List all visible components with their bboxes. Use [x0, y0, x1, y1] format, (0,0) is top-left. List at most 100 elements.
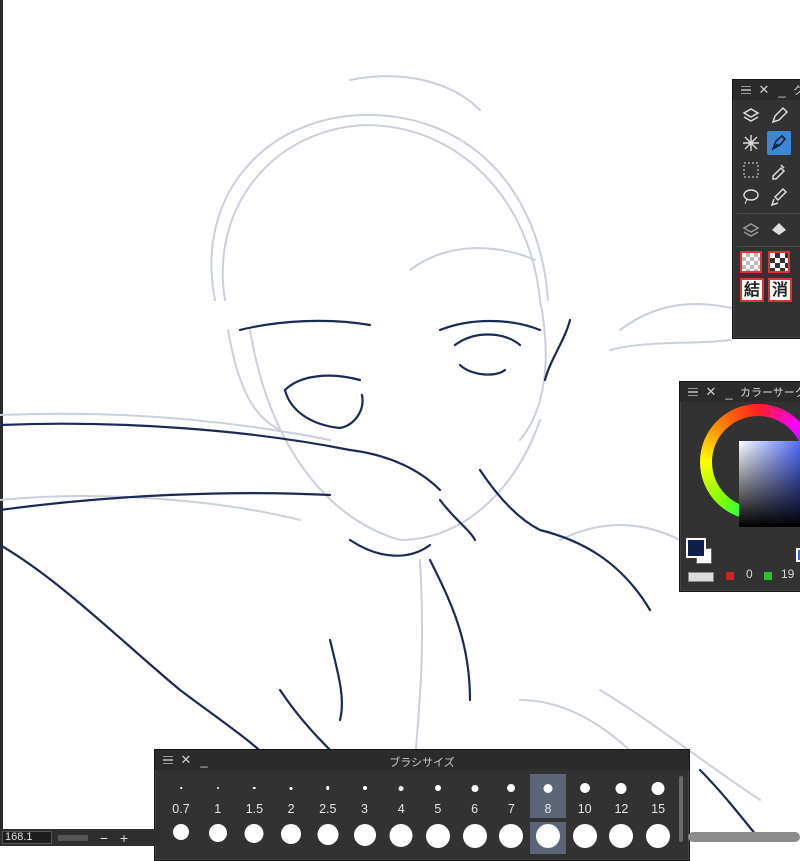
brush-size-option[interactable]: 3 — [347, 774, 383, 818]
eyedropper-icon[interactable] — [767, 158, 791, 182]
hue-marker[interactable] — [796, 548, 800, 562]
brush-size-option[interactable]: 7 — [493, 774, 529, 818]
layers-icon[interactable] — [739, 218, 763, 242]
erase-button[interactable]: 消 — [768, 278, 792, 302]
brush-size-option[interactable]: 4 — [383, 774, 419, 818]
brush-size-dot — [543, 783, 553, 793]
brush-size-preview[interactable] — [493, 822, 529, 854]
brush-size-preview[interactable] — [200, 822, 236, 854]
brush-size-preview-dot — [244, 824, 264, 843]
brush-size-option[interactable]: 15 — [640, 774, 676, 818]
color-panel-titlebar[interactable]: ✕ _ カラーサーク — [680, 382, 800, 402]
brush-size-option[interactable]: 0.7 — [163, 774, 199, 818]
tool-panel-title: ク — [793, 85, 800, 97]
brush-size-option[interactable]: 10 — [567, 774, 603, 818]
brush-size-option[interactable]: 2.5 — [310, 774, 346, 818]
brush-size-preview-dot — [425, 824, 450, 848]
zoom-slider[interactable] — [58, 834, 88, 841]
red-value: 0 — [746, 567, 753, 581]
layer-move-tool-icon[interactable] — [739, 104, 763, 128]
brush-size-preview[interactable] — [457, 822, 493, 854]
pen-tool-icon[interactable] — [767, 104, 791, 128]
panel-menu-icon[interactable] — [161, 753, 175, 767]
zoom-out-button[interactable]: − — [94, 830, 114, 846]
brush-size-label: 1.5 — [245, 802, 264, 816]
brush-size-label: 7 — [507, 802, 515, 816]
brush-panel-titlebar[interactable]: ✕ _ — [155, 750, 689, 770]
brush-size-dot — [289, 786, 293, 790]
brush-size-preview-dot — [646, 824, 671, 848]
minimize-icon[interactable]: _ — [197, 753, 211, 768]
brush-size-label: 4 — [397, 802, 405, 816]
color-circle-panel: ✕ _ カラーサーク 0 19 — [679, 381, 800, 592]
tool-separator — [737, 213, 800, 214]
panel-menu-icon[interactable] — [686, 385, 700, 399]
brush-size-preview[interactable] — [310, 822, 346, 854]
brush-size-option[interactable]: 12 — [603, 774, 639, 818]
brush-size-label: 1 — [214, 802, 222, 816]
brush-size-dot — [579, 783, 590, 793]
tool-panel: ✕ _ ク 結 消 — [732, 79, 800, 339]
sparkle-tool-icon[interactable] — [739, 131, 763, 155]
brush-size-preview[interactable] — [383, 822, 419, 854]
tool-separator — [737, 246, 800, 247]
minimize-icon[interactable]: _ — [775, 83, 789, 98]
brush-size-preview-dot — [462, 824, 487, 848]
brush-size-label: 0.7 — [172, 802, 190, 816]
tool-panel-titlebar[interactable]: ✕ _ ク — [733, 80, 800, 100]
brush-size-dot — [615, 782, 627, 794]
brush-size-option[interactable]: 2 — [273, 774, 309, 818]
merge-button[interactable]: 結 — [740, 278, 764, 302]
brush-size-label: 6 — [471, 802, 479, 816]
panel-menu-icon[interactable] — [739, 83, 753, 97]
transparent-color-button[interactable] — [688, 572, 714, 582]
brush-size-preview[interactable] — [420, 822, 456, 854]
zoom-in-button[interactable]: + — [114, 830, 134, 846]
red-indicator — [726, 572, 734, 580]
brush-tool-icon[interactable] — [767, 185, 791, 209]
brush-size-dot — [398, 785, 404, 791]
brush-size-preview-dot — [353, 824, 376, 846]
checker-swatch-icon[interactable] — [768, 251, 790, 273]
brush-size-dot — [216, 787, 219, 789]
brush-size-preview[interactable] — [640, 822, 676, 854]
brush-size-dot — [326, 786, 330, 790]
close-icon[interactable]: ✕ — [704, 384, 718, 399]
brush-size-option[interactable]: 5 — [420, 774, 456, 818]
brush-size-preview[interactable] — [347, 822, 383, 854]
horizontal-scrollbar[interactable] — [688, 832, 800, 842]
vector-pen-tool-icon[interactable] — [767, 131, 791, 155]
saturation-value-square[interactable] — [739, 441, 800, 527]
brush-size-preview[interactable] — [236, 822, 272, 854]
brush-size-option[interactable]: 6 — [457, 774, 493, 818]
brush-size-preview[interactable] — [567, 822, 603, 854]
brush-size-preview[interactable] — [163, 822, 199, 854]
brush-size-option[interactable]: 1.5 — [236, 774, 272, 818]
transparency-swatch-icon[interactable] — [740, 251, 762, 273]
main-color-swatch[interactable] — [686, 538, 706, 558]
brush-size-preview[interactable] — [273, 822, 309, 854]
brush-size-label: 5 — [434, 802, 442, 816]
brush-panel-scrollbar[interactable] — [679, 776, 683, 842]
brush-size-dot — [180, 787, 182, 789]
brush-size-preview-dot — [609, 824, 634, 848]
fill-tool-icon[interactable] — [767, 218, 791, 242]
minimize-icon[interactable]: _ — [722, 385, 736, 400]
brush-size-preview-dot — [173, 824, 189, 840]
brush-size-preview-dot — [317, 824, 339, 845]
zoom-field[interactable]: 168.1 — [2, 831, 52, 844]
close-icon[interactable]: ✕ — [757, 82, 771, 97]
brush-size-panel: ✕ _ ブラシサイズ 0.7 1 1.5 2 2.5 3 4 5 6 7 8 10 12 15 — [154, 749, 690, 861]
close-icon[interactable]: ✕ — [179, 752, 193, 767]
brush-size-preview[interactable] — [530, 822, 566, 854]
brush-size-dot — [471, 784, 479, 792]
lasso-icon[interactable] — [739, 185, 763, 209]
brush-size-preview[interactable] — [603, 822, 639, 854]
brush-size-label: 2.5 — [319, 802, 337, 816]
brush-size-dot — [651, 781, 665, 795]
rect-select-icon[interactable] — [739, 158, 763, 182]
brush-size-label: 8 — [544, 802, 552, 816]
color-panel-title: カラーサーク — [740, 387, 800, 399]
brush-size-option[interactable]: 8 — [530, 774, 566, 818]
brush-size-option[interactable]: 1 — [200, 774, 236, 818]
